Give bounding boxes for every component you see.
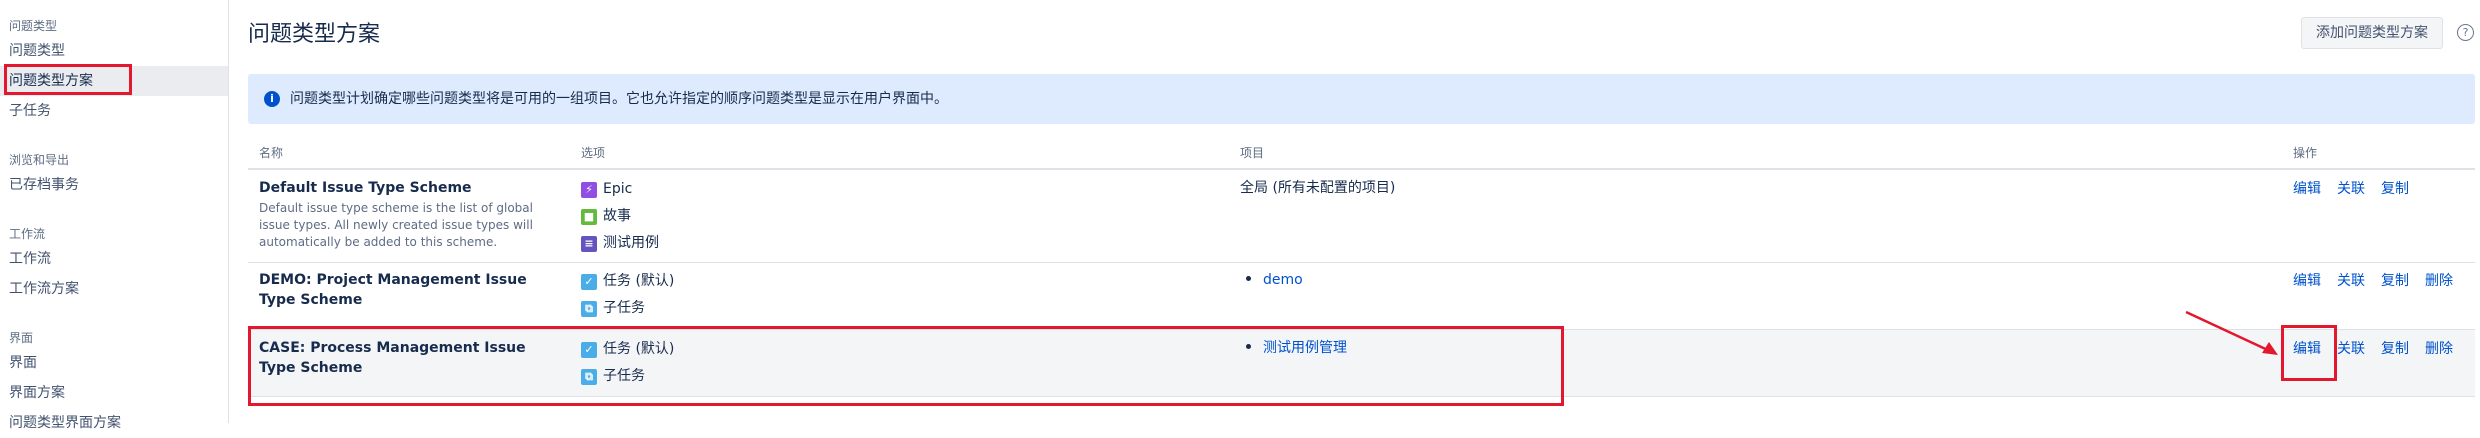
row-actions: 编辑 关联 复制: [2293, 178, 2425, 199]
sidebar-item-screen-schemes[interactable]: 界面方案: [0, 378, 228, 408]
row-actions: 编辑 关联 复制 删除: [2293, 270, 2469, 291]
help-icon[interactable]: ?: [2457, 24, 2474, 41]
story-icon: ■: [581, 208, 597, 225]
copy-link[interactable]: 复制: [2381, 339, 2409, 359]
table-row: DEMO: Project Management Issue Type Sche…: [248, 263, 2475, 330]
add-issue-type-scheme-button[interactable]: 添加问题类型方案: [2301, 17, 2443, 49]
epic-icon: ⚡: [581, 181, 597, 198]
option-label: Epic: [603, 181, 633, 197]
option-item: ✓ 任务 (默认): [581, 268, 881, 295]
arrow-annotation: [2185, 310, 2278, 355]
bullet: [1246, 276, 1251, 281]
option-label: 任务 (默认): [603, 273, 675, 289]
info-message: i 问题类型计划确定哪些问题类型将是可用的一组项目。它也允许指定的顺序问题类型是…: [248, 74, 2475, 124]
project-text: 全局 (所有未配置的项目): [1240, 180, 1396, 196]
edit-link[interactable]: 编辑: [2293, 271, 2321, 291]
column-header-actions: 操作: [2293, 146, 2318, 160]
associate-link[interactable]: 关联: [2337, 179, 2365, 199]
associate-link[interactable]: 关联: [2337, 271, 2365, 291]
project-link-demo[interactable]: demo: [1263, 272, 1303, 288]
edit-link[interactable]: 编辑: [2293, 179, 2321, 199]
sidebar-heading-screens: 界面: [9, 331, 34, 345]
sidebar-item-screens[interactable]: 界面: [0, 348, 228, 378]
copy-link[interactable]: 复制: [2381, 271, 2409, 291]
sidebar-heading-workflows: 工作流: [9, 227, 46, 241]
sidebar-heading-browse-export: 浏览和导出: [9, 153, 70, 167]
info-text: 问题类型计划确定哪些问题类型将是可用的一组项目。它也允许指定的顺序问题类型是显示…: [290, 91, 948, 107]
sidebar-item-workflow-schemes[interactable]: 工作流方案: [0, 274, 228, 304]
option-item: ■ 故事: [581, 203, 881, 230]
case-row-highlight-annotation: [248, 326, 1564, 406]
option-label: 测试用例: [603, 235, 659, 251]
sidebar-item-issue-types[interactable]: 问题类型: [0, 36, 228, 66]
page-title: 问题类型方案: [248, 22, 381, 47]
scheme-description: Default issue type scheme is the list of…: [259, 201, 533, 249]
sidebar-item-subtasks[interactable]: 子任务: [0, 96, 228, 126]
column-header-options: 选项: [581, 146, 606, 160]
option-item: ⧉ 子任务: [581, 295, 881, 322]
info-icon: i: [264, 91, 280, 107]
option-label: 子任务: [603, 300, 645, 316]
option-item: ⚡ Epic: [581, 176, 881, 203]
sidebar-item-issue-type-screen-schemes[interactable]: 问题类型界面方案: [0, 408, 228, 438]
test-case-icon: ≡: [581, 235, 597, 252]
associate-link[interactable]: 关联: [2337, 339, 2365, 359]
scheme-name: Default Issue Type Scheme: [259, 180, 472, 196]
option-item: ≡ 测试用例: [581, 230, 881, 257]
column-header-name: 名称: [259, 146, 284, 160]
column-header-projects: 项目: [1240, 146, 1265, 160]
option-label: 故事: [603, 208, 631, 224]
delete-link[interactable]: 删除: [2425, 339, 2453, 359]
subtask-icon: ⧉: [581, 300, 597, 317]
project-list: demo: [1240, 270, 2040, 290]
table-row: Default Issue Type Scheme Default issue …: [248, 170, 2475, 263]
scheme-name: DEMO: Project Management Issue Type Sche…: [259, 272, 527, 308]
sidebar-highlight-annotation: [4, 64, 132, 95]
sidebar-item-archived-issues[interactable]: 已存档事务: [0, 170, 228, 200]
sidebar-heading-issue-types: 问题类型: [9, 19, 58, 33]
task-icon: ✓: [581, 273, 597, 290]
table-header: 名称 选项 项目 操作: [248, 140, 2475, 170]
copy-link[interactable]: 复制: [2381, 179, 2409, 199]
sidebar-item-workflows[interactable]: 工作流: [0, 244, 228, 274]
delete-link[interactable]: 删除: [2425, 271, 2453, 291]
edit-link-highlight-annotation: [2281, 325, 2337, 381]
